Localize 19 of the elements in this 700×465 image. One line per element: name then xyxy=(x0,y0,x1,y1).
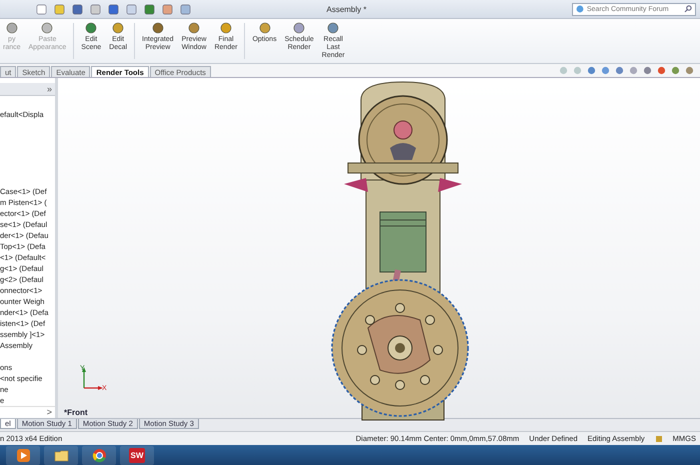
browser-taskbar-icon[interactable] xyxy=(82,446,116,464)
scroll-right-button[interactable]: > xyxy=(44,406,55,418)
render-tool-icon xyxy=(188,22,200,34)
render-tool-icon xyxy=(327,22,340,34)
render-tool-icon xyxy=(258,22,271,34)
render-tool-icon xyxy=(6,22,18,34)
render-tool-icon xyxy=(220,22,232,34)
window-title: Assembly * xyxy=(325,4,368,14)
render-tool-icon xyxy=(85,22,98,34)
render-tool-icon xyxy=(152,22,164,34)
render-tool-icon xyxy=(41,22,54,34)
expand-panel-button[interactable]: » xyxy=(44,84,55,94)
solidworks-taskbar-button[interactable]: SW xyxy=(120,446,154,464)
render-tool-icon xyxy=(112,22,124,34)
folder-taskbar-icon[interactable] xyxy=(44,446,78,464)
media-player-taskbar-icon[interactable] xyxy=(6,446,40,464)
render-tool-icon xyxy=(293,22,306,34)
view-name-label: *Front xyxy=(64,408,88,417)
search-icon[interactable] xyxy=(684,5,692,13)
